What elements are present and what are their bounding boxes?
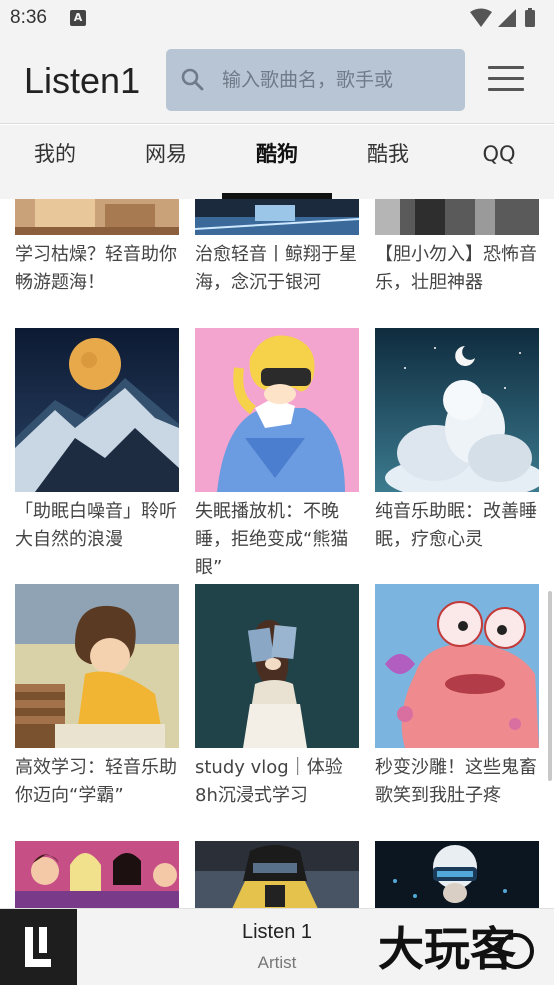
playlist-title: 「助眠白噪音」聆听大自然的浪漫 <box>15 501 177 550</box>
playlist-cover <box>195 328 359 492</box>
playlist-cover <box>15 199 179 235</box>
playlist-card[interactable]: 【胆小勿入】恐怖音乐，壮胆神器 <box>375 199 539 297</box>
tab-qq[interactable]: QQ <box>454 125 544 199</box>
playlist-cover <box>195 841 359 908</box>
status-time: 8:36 <box>10 7 47 28</box>
playlist-cover <box>375 841 539 908</box>
playlist-title: 纯音乐助眠：改善睡眠，疗愈心灵 <box>375 501 537 550</box>
playlist-card[interactable]: 治愈轻音丨鲸翔于星海，念沉于银河 <box>195 199 359 297</box>
playlist-cover <box>15 841 179 908</box>
scrollbar[interactable] <box>548 591 552 781</box>
tab-kugou[interactable]: 酷狗 <box>232 125 322 199</box>
playlist-card[interactable]: 纯音乐助眠：改善睡眠，疗愈心灵 <box>375 328 539 554</box>
playlist-title: 失眠播放机：不晚睡，拒绝变成“熊猫眼” <box>195 501 349 578</box>
playlist-title: 秒变沙雕！这些鬼畜歌笑到我肚子疼 <box>375 757 537 806</box>
playlist-card[interactable]: 「助眠白噪音」聆听大自然的浪漫 <box>15 328 179 554</box>
playlist-card[interactable] <box>375 841 539 908</box>
playlist-cover <box>375 199 539 235</box>
playlist-card[interactable] <box>195 841 359 908</box>
playlist-cover <box>195 584 359 748</box>
tab-netease[interactable]: 网易 <box>121 125 211 199</box>
playlist-title: 学习枯燥？轻音助你畅游题海！ <box>15 244 177 293</box>
signal-icon <box>498 9 516 27</box>
tab-kuwo[interactable]: 酷我 <box>343 125 433 199</box>
svg-text:大玩客: 大玩客 <box>378 922 516 976</box>
watermark-logo: 大玩客 <box>378 922 534 976</box>
source-tabs: 我的 网易 酷狗 酷我 QQ <box>0 125 554 199</box>
listen1-logo-icon[interactable] <box>0 909 77 985</box>
search-icon <box>181 68 204 91</box>
playlist-title: 高效学习：轻音乐助你迈向“学霸” <box>15 757 177 806</box>
playlist-cover <box>15 584 179 748</box>
playlist-card[interactable]: 学习枯燥？轻音助你畅游题海！ <box>15 199 179 297</box>
search-box[interactable] <box>166 49 465 111</box>
player-bar[interactable]: Listen 1 Artist 大玩客 <box>0 908 554 985</box>
wifi-icon <box>470 8 492 27</box>
menu-icon[interactable] <box>488 66 526 94</box>
app-bar: Listen1 <box>0 36 554 124</box>
player-artist: Artist <box>257 953 297 972</box>
app-title: Listen1 <box>24 60 141 101</box>
playlist-card[interactable]: 高效学习：轻音乐助你迈向“学霸” <box>15 584 179 810</box>
playlist-title: 【胆小勿入】恐怖音乐，壮胆神器 <box>375 244 537 293</box>
battery-icon <box>525 10 535 27</box>
playlist-card[interactable] <box>15 841 179 908</box>
playlist-cover <box>15 328 179 492</box>
playlist-cover <box>375 584 539 748</box>
playlist-card[interactable]: study vlog｜体验8h沉浸式学习 <box>195 584 359 810</box>
tab-mine[interactable]: 我的 <box>10 125 100 199</box>
playlist-cover <box>375 328 539 492</box>
status-bar: 8:36 A <box>0 0 554 36</box>
player-track-title: Listen 1 <box>241 921 313 943</box>
playlist-card[interactable]: 秒变沙雕！这些鬼畜歌笑到我肚子疼 <box>375 584 539 810</box>
playlist-cover <box>195 199 359 235</box>
playlist-title: study vlog｜体验8h沉浸式学习 <box>195 757 343 806</box>
search-input[interactable] <box>222 49 456 111</box>
notification-icon: A <box>70 10 86 26</box>
playlist-grid[interactable]: 学习枯燥？轻音助你畅游题海！ 治愈轻音丨鲸翔于星海，念沉于银河 【胆小勿入】恐怖… <box>0 199 554 908</box>
playlist-card[interactable]: 失眠播放机：不晚睡，拒绝变成“熊猫眼” <box>195 328 359 582</box>
status-icons <box>470 8 535 27</box>
playlist-title: 治愈轻音丨鲸翔于星海，念沉于银河 <box>195 244 357 293</box>
